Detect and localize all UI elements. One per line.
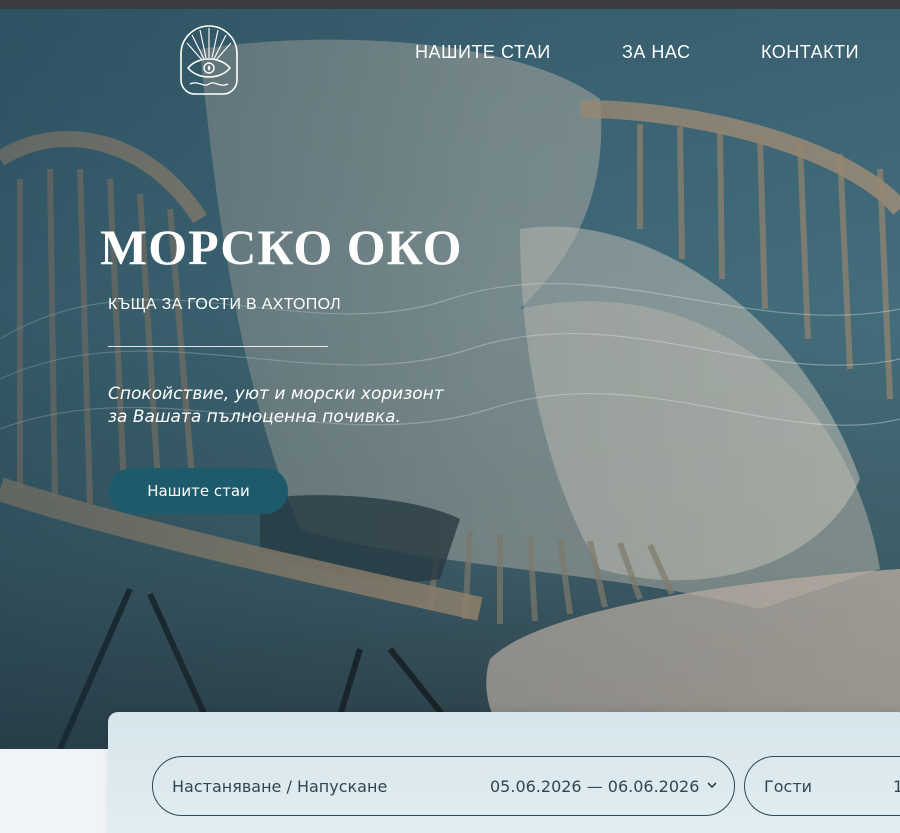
hero-tagline: Спокойствие, уют и морски хоризонт за Ва… — [108, 383, 528, 429]
nav-item-contacts[interactable]: КОНТАКТИ — [761, 42, 859, 63]
guests-selector[interactable]: Гости 1 — [744, 756, 900, 816]
hero-title: МОРСКО ОКО — [100, 219, 463, 275]
hero-tagline-line1: Спокойствие, уют и морски хоризонт — [108, 384, 444, 404]
dates-value: 05.06.2026 — 06.06.2026 — [490, 776, 700, 796]
main-nav: НАШИТЕ СТАИ ЗА НАС КОНТАКТИ — [0, 42, 900, 66]
our-rooms-button[interactable]: Нашите стаи — [109, 468, 288, 514]
hero-tagline-line2: за Вашата пълноценна почивка. — [108, 407, 401, 427]
chevron-down-icon — [707, 782, 717, 789]
hero-section — [0, 9, 900, 749]
dates-picker[interactable]: Настаняване / Напускане 05.06.2026 — 06.… — [152, 756, 735, 816]
nav-item-our-rooms[interactable]: НАШИТЕ СТАИ — [415, 42, 551, 63]
hero-subtitle: КЪЩА ЗА ГОСТИ В АХТОПОЛ — [108, 296, 341, 313]
browser-top-bar — [0, 0, 900, 9]
guests-value: 1 — [893, 776, 900, 796]
dates-label: Настаняване / Напускане — [172, 776, 388, 796]
hero-divider — [108, 346, 328, 347]
hero-overlay — [0, 9, 900, 749]
guests-label: Гости — [764, 776, 813, 796]
nav-item-about[interactable]: ЗА НАС — [622, 42, 691, 63]
